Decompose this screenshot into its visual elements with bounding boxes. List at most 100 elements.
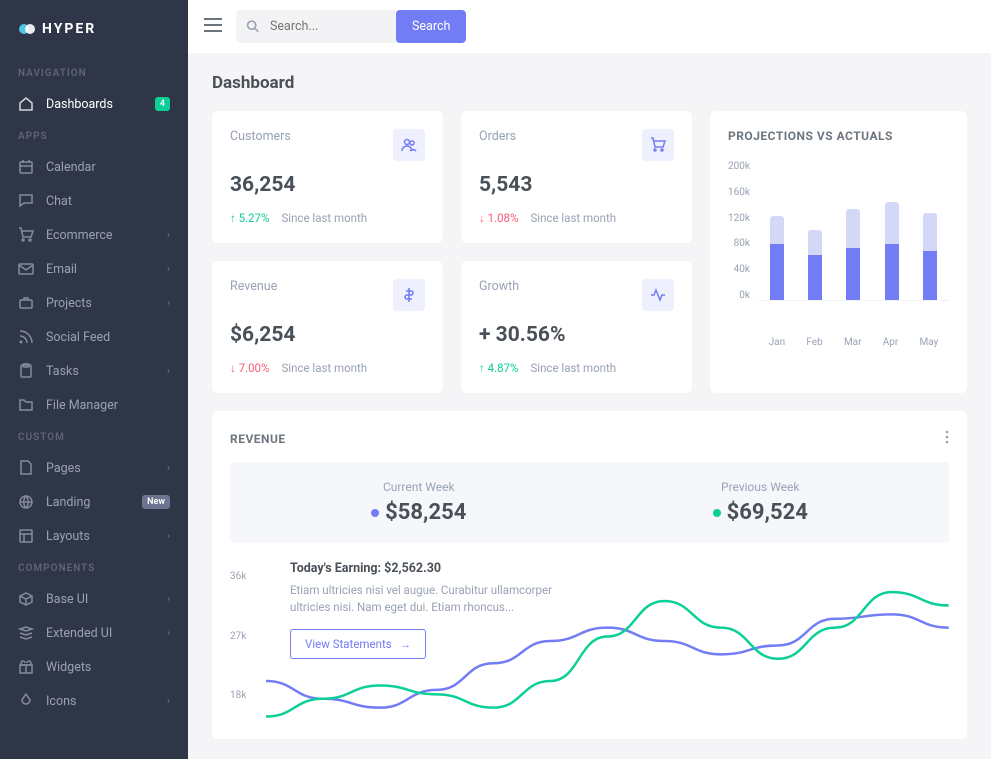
nav-section-title: NAVIGATION (0, 58, 188, 87)
view-statements-label: View Statements (305, 637, 392, 651)
menu-toggle-button[interactable] (204, 18, 222, 36)
stat-value: $6,254 (230, 323, 425, 347)
revenue-summary: Current Week $58,254 Previous Week $69,5… (230, 462, 949, 543)
revenue-current-value: $58,254 (385, 500, 466, 525)
revenue-info: Today's Earning: $2,562.30 Etiam ultrici… (290, 561, 590, 659)
y-tick: 40k (728, 264, 750, 275)
brand-mark-icon (18, 20, 36, 38)
sidebar-item-pages[interactable]: Pages › (0, 451, 188, 485)
more-icon[interactable] (945, 429, 949, 448)
sidebar-item-layouts[interactable]: Layouts › (0, 519, 188, 553)
stat-value: + 30.56% (479, 323, 674, 347)
nav-badge-new: New (142, 495, 170, 509)
file-icon (18, 460, 34, 476)
clipboard-icon (18, 363, 34, 379)
stat-delta: ↓ 1.08%Since last month (479, 211, 674, 225)
chevron-right-icon: › (167, 230, 170, 241)
y-tick: 36k (230, 571, 246, 582)
y-tick: 80k (728, 238, 750, 249)
sidebar-item-label: Widgets (46, 660, 91, 675)
bar-jan (770, 216, 784, 300)
y-tick: 120k (728, 213, 750, 224)
dollar-icon (393, 279, 425, 311)
sidebar-item-label: Pages (46, 461, 81, 476)
stat-label: Customers (230, 129, 291, 144)
sidebar-item-email[interactable]: Email › (0, 252, 188, 286)
cart-icon (642, 129, 674, 161)
y-tick: 18k (230, 690, 246, 701)
sidebar-item-label: Extended UI (46, 626, 112, 641)
x-tick: Mar (844, 337, 862, 348)
sidebar-item-projects[interactable]: Projects › (0, 286, 188, 320)
users-icon (393, 129, 425, 161)
sidebar-item-label: Layouts (46, 529, 90, 544)
sidebar-item-label: Projects (46, 296, 92, 311)
page-title: Dashboard (212, 73, 967, 93)
sidebar-item-label: Landing (46, 495, 90, 510)
y-tick: 200k (728, 161, 750, 172)
sidebar-item-label: Dashboards (46, 97, 113, 112)
chevron-right-icon: › (167, 298, 170, 309)
globe-icon (18, 494, 34, 510)
x-tick: Jan (769, 337, 785, 348)
nav-section-title: APPS (0, 121, 188, 150)
box-icon (18, 591, 34, 607)
brand-logo[interactable]: HYPER (0, 0, 188, 58)
chevron-right-icon: › (167, 696, 170, 707)
view-statements-button[interactable]: View Statements → (290, 629, 426, 659)
sidebar-item-label: Chat (46, 194, 72, 209)
sidebar-item-landing[interactable]: Landing New (0, 485, 188, 519)
sidebar-item-label: Calendar (46, 160, 96, 175)
x-tick: Feb (806, 337, 822, 348)
mail-icon (18, 261, 34, 277)
stack-icon (18, 625, 34, 641)
sidebar-item-tasks[interactable]: Tasks › (0, 354, 188, 388)
chevron-right-icon: › (167, 531, 170, 542)
stat-grid: Customers 36,254 ↑ 5.27%Since last month… (212, 111, 692, 393)
bar-feb (808, 230, 822, 300)
projections-chart: 200k160k120k80k40k0k (728, 161, 949, 331)
today-earning: Today's Earning: $2,562.30 (290, 561, 590, 576)
sidebar-item-label: Icons (46, 694, 76, 709)
search-icon (246, 17, 259, 36)
y-tick: 27k (230, 631, 246, 642)
y-tick: 0k (728, 290, 750, 301)
sidebar-item-extended-ui[interactable]: Extended UI › (0, 616, 188, 650)
revenue-current-week: Current Week $58,254 (371, 480, 466, 525)
sidebar-item-calendar[interactable]: Calendar (0, 150, 188, 184)
chevron-right-icon: › (167, 594, 170, 605)
sidebar-item-file-manager[interactable]: File Manager (0, 388, 188, 422)
projections-title: PROJECTIONS VS ACTUALS (728, 129, 949, 143)
chevron-right-icon: › (167, 264, 170, 275)
stat-label: Orders (479, 129, 516, 144)
sidebar-item-base-ui[interactable]: Base UI › (0, 582, 188, 616)
sidebar-item-widgets[interactable]: Widgets (0, 650, 188, 684)
sidebar-item-ecommerce[interactable]: Ecommerce › (0, 218, 188, 252)
chevron-right-icon: › (167, 628, 170, 639)
chevron-right-icon: › (167, 366, 170, 377)
pulse-icon (642, 279, 674, 311)
search-input[interactable] (236, 10, 396, 43)
projections-card: PROJECTIONS VS ACTUALS 200k160k120k80k40… (710, 111, 967, 393)
main-area: Search Dashboard Customers 36,254 ↑ 5.27… (188, 0, 991, 759)
dot-blue-icon (371, 509, 379, 517)
stat-delta: ↓ 7.00%Since last month (230, 361, 425, 375)
stat-label: Growth (479, 279, 519, 294)
sidebar-item-dashboards[interactable]: Dashboards 4 (0, 87, 188, 121)
arrow-right-icon: → (400, 637, 412, 651)
revenue-title: REVENUE (230, 432, 286, 446)
sidebar-item-label: Email (46, 262, 77, 277)
sidebar-item-icons[interactable]: Icons › (0, 684, 188, 718)
cart-icon (18, 227, 34, 243)
topbar: Search (188, 0, 991, 53)
sidebar-item-chat[interactable]: Chat (0, 184, 188, 218)
search-button[interactable]: Search (396, 10, 466, 43)
revenue-current-label: Current Week (371, 480, 466, 494)
revenue-prev-value: $69,524 (727, 500, 808, 525)
sidebar-item-label: Social Feed (46, 330, 110, 345)
calendar-icon (18, 159, 34, 175)
sidebar-item-social-feed[interactable]: Social Feed (0, 320, 188, 354)
droplet-icon (18, 693, 34, 709)
briefcase-icon (18, 295, 34, 311)
stat-card-customers: Customers 36,254 ↑ 5.27%Since last month (212, 111, 443, 243)
